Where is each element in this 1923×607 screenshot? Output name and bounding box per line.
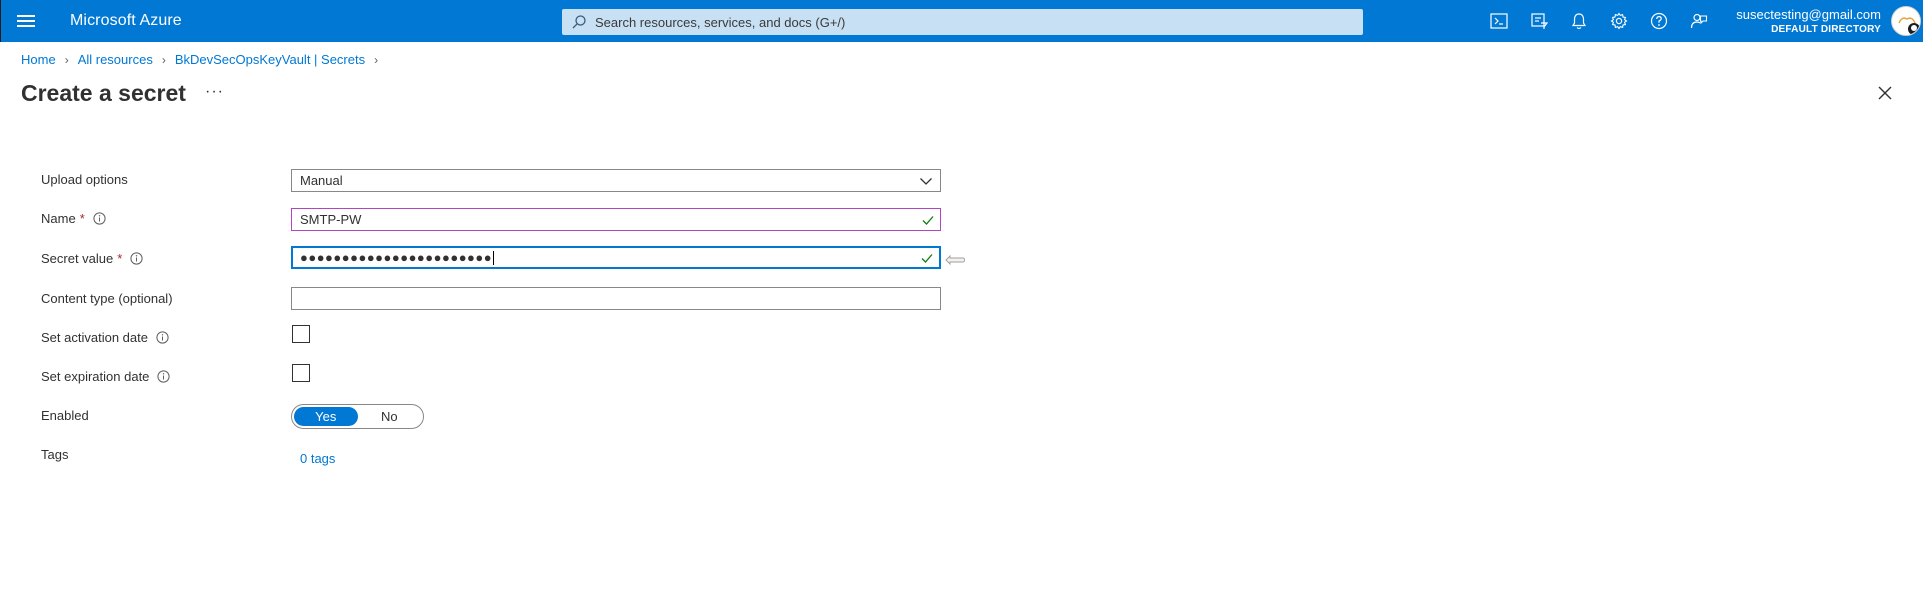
- secret-value-label: Secret value *: [41, 251, 143, 266]
- content-type-label: Content type (optional): [41, 291, 173, 306]
- account-directory: DEFAULT DIRECTORY: [1771, 24, 1881, 35]
- content-type-field[interactable]: [291, 287, 941, 310]
- upload-options-dropdown[interactable]: Manual: [291, 169, 941, 192]
- secret-value-masked: ●●●●●●●●●●●●●●●●●●●●●●●: [300, 249, 493, 265]
- more-options-button[interactable]: ···: [205, 83, 224, 101]
- tags-label-text: Tags: [41, 447, 69, 462]
- breadcrumb-home[interactable]: Home: [21, 52, 56, 67]
- account-email: susectesting@gmail.com: [1736, 7, 1881, 22]
- info-icon[interactable]: [130, 252, 143, 265]
- info-icon[interactable]: [93, 212, 106, 225]
- enabled-yes-option[interactable]: Yes: [294, 407, 358, 426]
- feedback-icon[interactable]: [1679, 9, 1719, 33]
- info-icon[interactable]: [156, 331, 169, 344]
- chevron-right-icon: ›: [64, 52, 69, 67]
- secret-value-field[interactable]: ●●●●●●●●●●●●●●●●●●●●●●●: [291, 246, 941, 269]
- close-icon[interactable]: [1876, 84, 1894, 102]
- page-title: Create a secret: [21, 80, 186, 106]
- expiration-date-label-text: Set expiration date: [41, 369, 150, 384]
- breadcrumb-all-resources[interactable]: All resources: [78, 52, 153, 67]
- secret-value-label-text: Secret value: [41, 251, 114, 266]
- activation-date-label-text: Set activation date: [41, 330, 148, 345]
- search-icon: [572, 15, 586, 29]
- top-bar: Microsoft Azure susectesting@gmail.com D…: [0, 0, 1923, 42]
- breadcrumb: Home › All resources › BkDevSecOpsKeyVau…: [21, 52, 387, 67]
- text-cursor: [493, 251, 495, 266]
- expiration-date-label: Set expiration date: [41, 369, 171, 384]
- cloud-shell-icon[interactable]: [1479, 9, 1519, 33]
- portal-menu-button[interactable]: [15, 12, 37, 30]
- breadcrumb-keyvault-secrets[interactable]: BkDevSecOpsKeyVault | Secrets: [175, 52, 365, 67]
- notifications-icon[interactable]: [1559, 9, 1599, 33]
- avatar[interactable]: [1891, 6, 1921, 36]
- account-menu[interactable]: susectesting@gmail.com DEFAULT DIRECTORY: [1736, 7, 1881, 36]
- password-manager-icon[interactable]: [944, 253, 966, 267]
- name-label-text: Name: [41, 211, 76, 226]
- content-type-label-text: Content type (optional): [41, 291, 173, 306]
- chevron-down-icon: [920, 177, 932, 185]
- name-label: Name *: [41, 211, 106, 226]
- required-marker: *: [117, 251, 123, 266]
- secret-value-text: ●●●●●●●●●●●●●●●●●●●●●●●: [300, 250, 920, 266]
- name-field[interactable]: SMTP-PW: [291, 208, 941, 231]
- expiration-date-checkbox[interactable]: [292, 364, 310, 382]
- chevron-right-icon: ›: [161, 52, 166, 67]
- info-icon[interactable]: [157, 370, 171, 383]
- checkmark-icon: [921, 253, 933, 263]
- upload-options-value: Manual: [300, 173, 343, 188]
- enabled-toggle: Yes No: [291, 404, 424, 429]
- settings-icon[interactable]: [1599, 9, 1639, 33]
- enabled-no-option[interactable]: No: [358, 407, 422, 426]
- enabled-label-text: Enabled: [41, 408, 89, 423]
- name-value: SMTP-PW: [300, 212, 362, 227]
- chevron-right-icon: ›: [374, 52, 379, 67]
- tags-label: Tags: [41, 447, 68, 462]
- search-input[interactable]: [595, 14, 1335, 30]
- portal-brand[interactable]: Microsoft Azure: [70, 12, 182, 30]
- help-icon[interactable]: [1639, 9, 1679, 33]
- directory-filter-icon[interactable]: [1519, 9, 1559, 33]
- upload-options-label-text: Upload options: [41, 172, 128, 187]
- upload-options-label: Upload options: [41, 172, 128, 187]
- checkmark-icon: [922, 215, 934, 225]
- activation-date-checkbox[interactable]: [292, 325, 310, 343]
- tags-link[interactable]: 0 tags: [300, 451, 335, 466]
- topbar-icons: [1479, 9, 1719, 33]
- required-marker: *: [79, 211, 85, 226]
- activation-date-label: Set activation date: [41, 330, 169, 345]
- enabled-label: Enabled: [41, 408, 89, 423]
- global-search[interactable]: [562, 9, 1363, 35]
